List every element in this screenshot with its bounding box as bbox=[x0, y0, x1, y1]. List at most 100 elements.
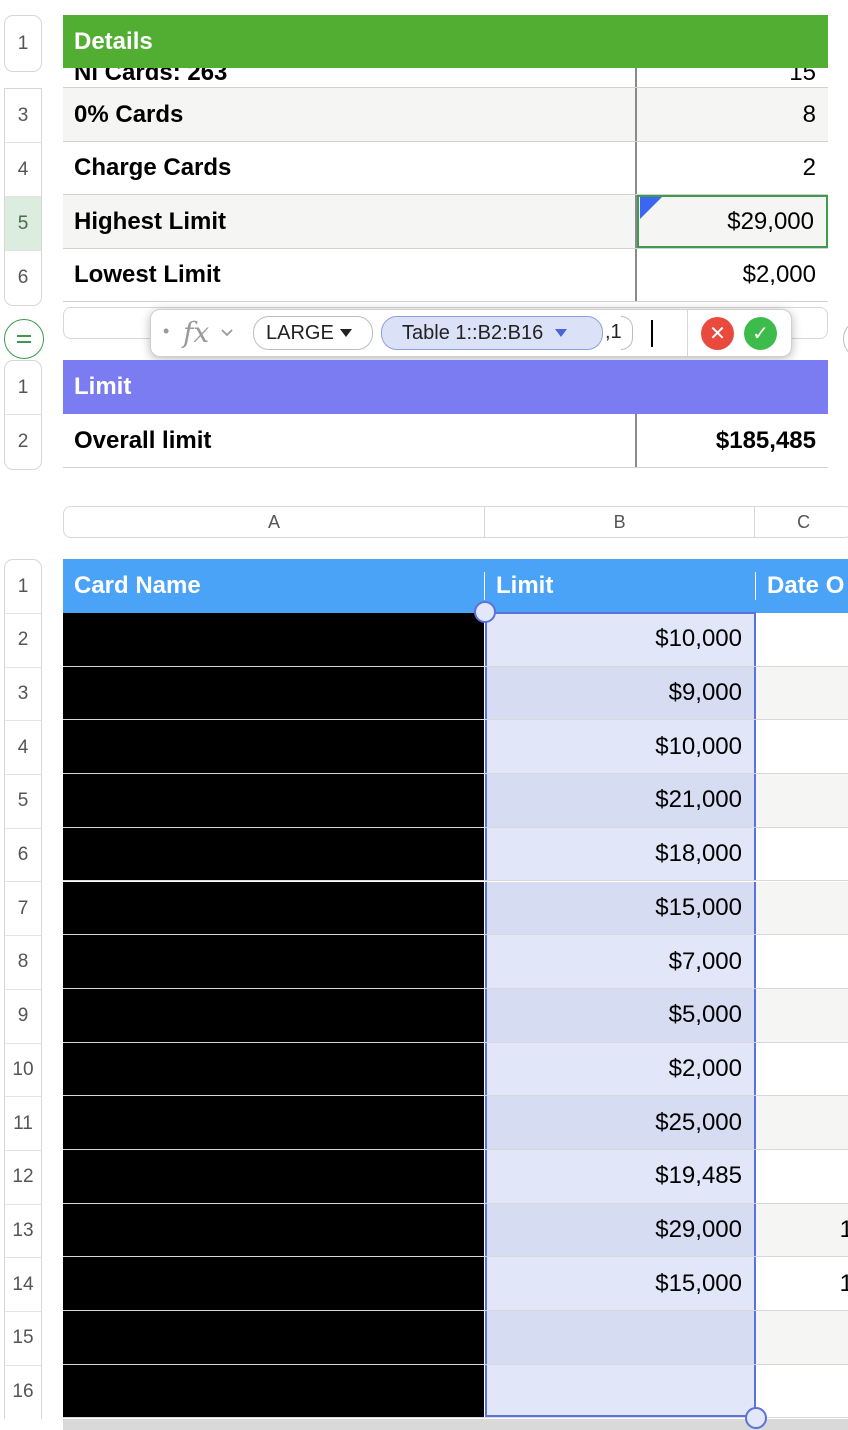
table-row: $10,000 bbox=[63, 720, 848, 775]
redacted-card-name-cell[interactable] bbox=[63, 827, 485, 881]
column-header-c[interactable]: C bbox=[755, 507, 848, 537]
function-token[interactable]: LARGE bbox=[253, 316, 373, 350]
row-number[interactable]: 3 bbox=[5, 668, 41, 722]
row-number[interactable]: 1 bbox=[5, 361, 41, 415]
row-number[interactable]: 8 bbox=[5, 936, 41, 990]
row-number[interactable]: 13 bbox=[5, 1205, 41, 1259]
row-number[interactable]: 4 bbox=[5, 721, 41, 776]
column-header-a[interactable]: A bbox=[64, 507, 485, 537]
redacted-card-name-cell[interactable] bbox=[63, 1150, 485, 1203]
cell-label[interactable]: Overall limit bbox=[63, 414, 637, 467]
redacted-card-name-cell[interactable] bbox=[63, 988, 485, 1042]
limit-cell[interactable]: $21,000 bbox=[485, 774, 756, 827]
redacted-card-name-cell[interactable] bbox=[63, 1364, 485, 1418]
cell-value[interactable]: $2,000 bbox=[637, 249, 828, 301]
row-number[interactable]: 16 bbox=[5, 1366, 41, 1420]
redacted-card-name-cell[interactable] bbox=[63, 1042, 485, 1096]
date-cell[interactable] bbox=[756, 1096, 848, 1149]
date-cell[interactable] bbox=[756, 1311, 848, 1364]
redacted-card-name-cell[interactable] bbox=[63, 935, 485, 988]
row-number[interactable]: 10 bbox=[5, 1044, 41, 1098]
row-number[interactable]: 14 bbox=[5, 1258, 41, 1312]
limit-cell[interactable]: $5,000 bbox=[485, 988, 756, 1042]
cell-value[interactable]: $185,485 bbox=[637, 414, 828, 467]
limit-cell[interactable] bbox=[485, 1364, 756, 1418]
fx-icon[interactable]: fx bbox=[183, 316, 209, 349]
limit-cell[interactable]: $29,000 bbox=[485, 1203, 756, 1257]
cancel-button[interactable]: ✕ bbox=[701, 317, 734, 350]
row-number[interactable]: 4 bbox=[5, 143, 41, 197]
redacted-card-name-cell[interactable] bbox=[63, 720, 485, 774]
limit-cell[interactable]: $7,000 bbox=[485, 935, 756, 988]
date-cell[interactable] bbox=[756, 1042, 848, 1096]
reference-token[interactable]: Table 1::B2:B16 bbox=[381, 316, 603, 350]
formula-remainder[interactable]: ,1 bbox=[605, 321, 622, 344]
cell-label[interactable]: Charge Cards bbox=[63, 142, 637, 194]
details-header[interactable]: Details bbox=[63, 15, 828, 68]
limit-cell[interactable]: $2,000 bbox=[485, 1042, 756, 1096]
row-number[interactable]: 15 bbox=[5, 1312, 41, 1366]
row-number[interactable]: 6 bbox=[5, 251, 41, 305]
row-number[interactable]: 9 bbox=[5, 990, 41, 1044]
redacted-card-name-cell[interactable] bbox=[63, 613, 485, 666]
selection-handle-bottom[interactable] bbox=[745, 1407, 767, 1429]
date-cell[interactable]: 1 bbox=[756, 1257, 848, 1311]
redacted-card-name-cell[interactable] bbox=[63, 881, 485, 935]
date-cell[interactable] bbox=[756, 881, 848, 935]
row-number[interactable]: 11 bbox=[5, 1097, 41, 1151]
chevron-down-icon[interactable] bbox=[221, 328, 233, 338]
cell-label[interactable]: Highest Limit bbox=[63, 195, 637, 248]
cell-label[interactable]: 0% Cards bbox=[63, 88, 637, 141]
row-number[interactable]: 12 bbox=[5, 1151, 41, 1205]
header-card-name[interactable]: Card Name bbox=[63, 572, 485, 600]
table-handle-icon[interactable] bbox=[4, 319, 44, 359]
row-number[interactable]: 6 bbox=[5, 829, 41, 883]
column-header-b[interactable]: B bbox=[485, 507, 756, 537]
date-cell[interactable]: 1 bbox=[756, 1203, 848, 1257]
date-cell[interactable] bbox=[756, 666, 848, 720]
row-number[interactable]: 2 bbox=[5, 415, 41, 469]
cell-value[interactable]: 8 bbox=[637, 88, 828, 141]
redacted-card-name-cell[interactable] bbox=[63, 1257, 485, 1311]
limit-cell[interactable]: $15,000 bbox=[485, 881, 756, 935]
limit-cell[interactable]: $9,000 bbox=[485, 666, 756, 720]
row-number[interactable]: 5 bbox=[5, 775, 41, 829]
formula-editor[interactable]: • fx LARGE Table 1::B2:B16 ,1 ✕ ✓ bbox=[150, 309, 792, 357]
header-limit[interactable]: Limit bbox=[485, 572, 756, 600]
limit-cell[interactable] bbox=[485, 1311, 756, 1364]
selected-cell[interactable]: $29,000 bbox=[637, 195, 828, 248]
date-cell[interactable] bbox=[756, 720, 848, 774]
redacted-card-name-cell[interactable] bbox=[63, 666, 485, 720]
header-date[interactable]: Date O bbox=[756, 572, 848, 600]
redacted-card-name-cell[interactable] bbox=[63, 774, 485, 827]
cell-label[interactable]: Lowest Limit bbox=[63, 249, 637, 301]
date-cell[interactable] bbox=[756, 613, 848, 666]
date-cell[interactable] bbox=[756, 774, 848, 827]
row-number-selected[interactable]: 5 bbox=[5, 197, 41, 251]
table-handle-right-icon[interactable] bbox=[843, 319, 848, 359]
limit-cell[interactable]: $18,000 bbox=[485, 827, 756, 881]
limit-cell[interactable]: $19,485 bbox=[485, 1150, 756, 1203]
selection-handle-top[interactable] bbox=[474, 601, 496, 623]
redacted-card-name-cell[interactable] bbox=[63, 1311, 485, 1364]
row-number[interactable]: 3 bbox=[5, 89, 41, 143]
limit-cell[interactable]: $15,000 bbox=[485, 1257, 756, 1311]
row-number[interactable]: 2 bbox=[5, 614, 41, 668]
redacted-card-name-cell[interactable] bbox=[63, 1203, 485, 1257]
limit-cell[interactable]: $10,000 bbox=[485, 613, 756, 666]
row-number[interactable]: 1 bbox=[5, 560, 41, 614]
date-cell[interactable] bbox=[756, 988, 848, 1042]
row-number[interactable]: 1 bbox=[5, 16, 41, 71]
redacted-card-name-cell[interactable] bbox=[63, 1096, 485, 1149]
date-cell[interactable] bbox=[756, 827, 848, 881]
limit-header[interactable]: Limit bbox=[63, 360, 828, 414]
drag-bullet[interactable]: • bbox=[163, 321, 169, 342]
limit-cell[interactable]: $10,000 bbox=[485, 720, 756, 774]
row-number[interactable]: 7 bbox=[5, 882, 41, 937]
cell-value[interactable]: 2 bbox=[637, 142, 828, 194]
accept-button[interactable]: ✓ bbox=[744, 317, 777, 350]
date-cell[interactable] bbox=[756, 1150, 848, 1203]
date-cell[interactable] bbox=[756, 935, 848, 988]
date-cell[interactable] bbox=[756, 1364, 848, 1418]
limit-cell[interactable]: $25,000 bbox=[485, 1096, 756, 1149]
